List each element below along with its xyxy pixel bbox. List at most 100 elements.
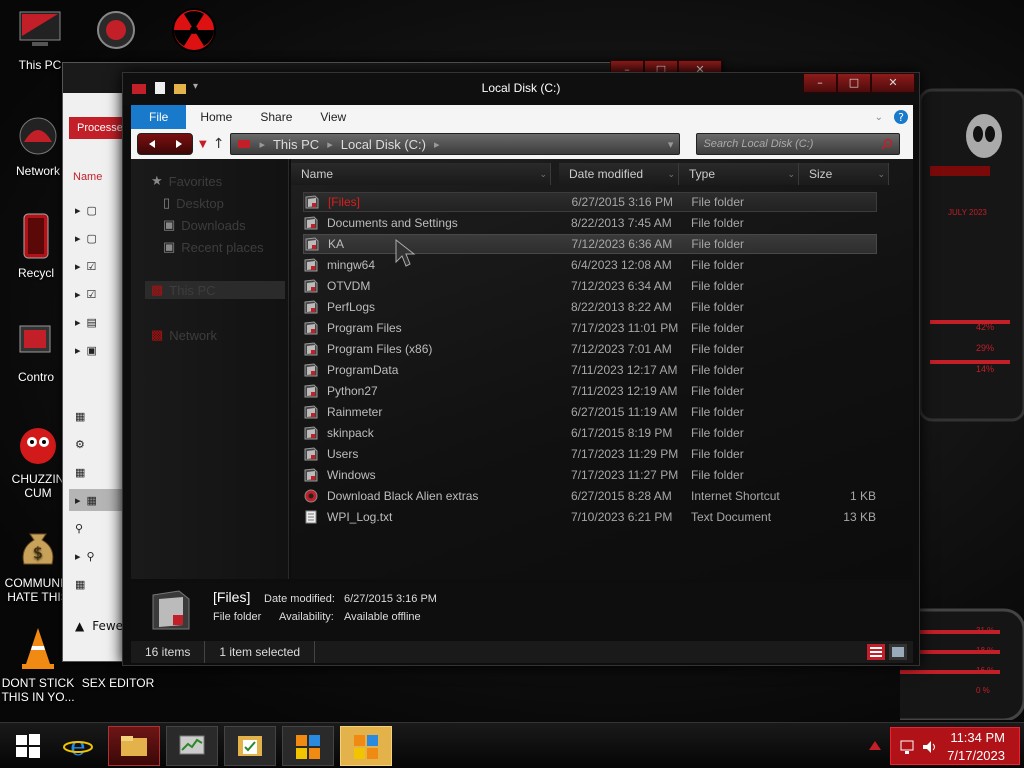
network-status-icon[interactable] <box>899 739 915 755</box>
breadcrumb-separator-icon: ▸ <box>433 138 440 151</box>
taskbar-checklist[interactable] <box>224 726 276 766</box>
expand-icon[interactable]: ▸ <box>75 232 81 245</box>
expand-icon[interactable]: ▸ <box>75 494 81 507</box>
folder-icon <box>303 279 319 293</box>
tab-home[interactable]: Home <box>186 105 246 129</box>
start-button[interactable] <box>2 726 54 766</box>
file-row[interactable]: Windows 7/17/2023 11:27 PM File folder <box>303 465 877 485</box>
column-header-date[interactable]: Date modified ⌄ <box>559 163 679 185</box>
taskbar-app-tiles[interactable] <box>282 726 334 766</box>
tab-file[interactable]: File <box>131 105 187 129</box>
file-name: KA <box>327 237 344 251</box>
file-row[interactable]: PerfLogs 8/22/2013 8:22 AM File folder <box>303 297 877 317</box>
file-type: File folder <box>691 426 744 440</box>
desktop-icon-sex-editor[interactable]: SEX EDITOR <box>80 676 156 690</box>
nav-this-pc[interactable]: ▩ This PC <box>145 281 285 299</box>
breadcrumb-this-pc[interactable]: This PC <box>273 137 319 152</box>
recent-locations-icon[interactable]: ▼ <box>199 139 207 150</box>
file-row[interactable]: KA 7/12/2023 6:36 AM File folder <box>303 234 877 254</box>
taskbar-internet-explorer[interactable]: e <box>52 726 104 766</box>
column-header-type[interactable]: Type ⌄ <box>679 163 799 185</box>
column-name[interactable]: Name <box>73 171 102 183</box>
expand-icon[interactable]: ▸ <box>75 260 81 273</box>
expand-icon[interactable]: ▸ <box>75 288 81 301</box>
file-row[interactable]: Users 7/17/2023 11:29 PM File folder <box>303 444 877 464</box>
chevron-down-icon[interactable]: ⌄ <box>539 163 547 185</box>
nav-downloads[interactable]: ▣ Downloads <box>163 217 246 233</box>
file-row[interactable]: Rainmeter 6/27/2015 11:19 AM File folder <box>303 402 877 422</box>
expand-icon[interactable]: ▸ <box>75 316 81 329</box>
address-bar-row: ▼ ↑ ▸ This PC ▸ Local Disk (C:) ▸ ▾ <box>131 129 913 159</box>
internet-shortcut-icon <box>303 489 319 503</box>
chevron-down-icon[interactable]: ⌄ <box>667 163 675 185</box>
maximize-button[interactable]: □ <box>837 73 871 93</box>
taskbar-task-manager[interactable] <box>166 726 218 766</box>
large-icons-view-icon[interactable] <box>889 644 907 660</box>
file-date-modified: 7/17/2023 11:01 PM <box>571 321 679 335</box>
file-row[interactable]: Download Black Alien extras 6/27/2015 8:2… <box>303 486 877 506</box>
column-header-name[interactable]: Name ⌄ <box>291 163 551 185</box>
folder-icon <box>303 258 319 272</box>
nav-recent-places[interactable]: ▣ Recent places <box>163 239 264 255</box>
expand-icon[interactable]: ▸ <box>75 204 81 217</box>
file-row[interactable]: WPI_Log.txt 7/10/2023 6:21 PM Text Documen… <box>303 507 877 527</box>
file-row[interactable]: Documents and Settings 8/22/2013 7:45 AM F… <box>303 213 877 233</box>
desktop-icon-radiation[interactable] <box>156 6 232 58</box>
svg-text:e: e <box>70 732 85 761</box>
fewer-details-button[interactable]: ▲ Fewer <box>75 619 128 633</box>
desktop-icon-app1[interactable] <box>78 6 154 58</box>
widget-lower-stat-3: 16 % <box>976 666 995 675</box>
show-hidden-icons-icon[interactable] <box>868 739 882 751</box>
file-row[interactable]: mingw64 6/4/2023 12:08 AM File folder <box>303 255 877 275</box>
clock-date[interactable]: 7/17/2023 <box>947 748 1005 763</box>
process-row-selected[interactable]: ▸ ▦ <box>69 489 129 511</box>
expand-icon[interactable]: ▸ <box>75 550 81 563</box>
address-dropdown-icon[interactable]: ▾ <box>668 138 680 151</box>
file-row[interactable]: Program Files (x86) 7/12/2023 7:01 AM File… <box>303 339 877 359</box>
file-date-modified: 7/12/2023 7:01 AM <box>571 342 672 356</box>
back-button[interactable] <box>138 134 165 154</box>
service-icon: ▦ <box>75 578 86 591</box>
file-row[interactable]: Python27 7/11/2023 12:19 AM File folder <box>303 381 877 401</box>
chevron-down-icon[interactable]: ⌄ <box>787 163 795 185</box>
tab-view[interactable]: View <box>306 105 360 129</box>
search-icon[interactable] <box>881 138 893 150</box>
file-row[interactable]: skinpack 6/17/2015 8:19 PM File folder <box>303 423 877 443</box>
explorer-window[interactable]: ▾ Local Disk (C:) – □ ✕ File Home Share … <box>122 72 920 666</box>
expand-ribbon-icon[interactable]: ⌄ <box>875 112 883 123</box>
file-row[interactable]: Program Files 7/17/2023 11:01 PM File fold… <box>303 318 877 338</box>
up-arrow-icon[interactable]: ↑ <box>213 136 225 152</box>
taskbar-app-tiles-active[interactable] <box>340 726 392 766</box>
volume-icon[interactable] <box>921 739 939 755</box>
tab-share[interactable]: Share <box>246 105 306 129</box>
file-row[interactable]: ProgramData 7/11/2023 12:17 AM File folder <box>303 360 877 380</box>
folder-icon <box>303 300 319 314</box>
forward-button[interactable] <box>165 134 192 154</box>
service-icon: ▦ <box>75 466 86 479</box>
nav-label: Desktop <box>176 195 224 211</box>
expand-icon[interactable]: ▸ <box>75 344 81 357</box>
address-path[interactable]: ▸ This PC ▸ Local Disk (C:) ▸ ▾ <box>230 133 681 155</box>
desktop-icon: ▯ <box>163 195 171 210</box>
clock-time[interactable]: 11:34 PM <box>950 730 1005 745</box>
file-row[interactable]: OTVDM 7/12/2023 6:34 AM File folder <box>303 276 877 296</box>
file-row[interactable]: [Files] 6/27/2015 3:16 PM File folder <box>303 192 877 212</box>
explorer-titlebar[interactable]: ▾ Local Disk (C:) – □ ✕ <box>123 73 919 105</box>
search-input[interactable] <box>703 138 882 150</box>
file-name: Documents and Settings <box>327 216 458 230</box>
nav-favorites[interactable]: ★ Favorites <box>151 173 222 189</box>
orb-icon <box>97 11 135 49</box>
minimize-button[interactable]: – <box>803 73 837 93</box>
breadcrumb-local-disk[interactable]: Local Disk (C:) <box>341 137 426 152</box>
column-header-size[interactable]: Size ⌄ <box>799 163 889 185</box>
key-icon: ⚲ <box>86 550 95 563</box>
chevron-down-icon[interactable]: ⌄ <box>877 163 885 185</box>
close-button[interactable]: ✕ <box>871 73 915 93</box>
nav-network[interactable]: ▩ Network <box>151 327 217 343</box>
nav-desktop[interactable]: ▯ Desktop <box>163 195 224 211</box>
help-icon[interactable]: ? <box>893 109 909 125</box>
details-view-icon[interactable] <box>867 644 885 660</box>
gear-icon: ⚙ <box>75 438 85 451</box>
search-box[interactable] <box>696 133 901 155</box>
taskbar-file-explorer[interactable] <box>108 726 160 766</box>
